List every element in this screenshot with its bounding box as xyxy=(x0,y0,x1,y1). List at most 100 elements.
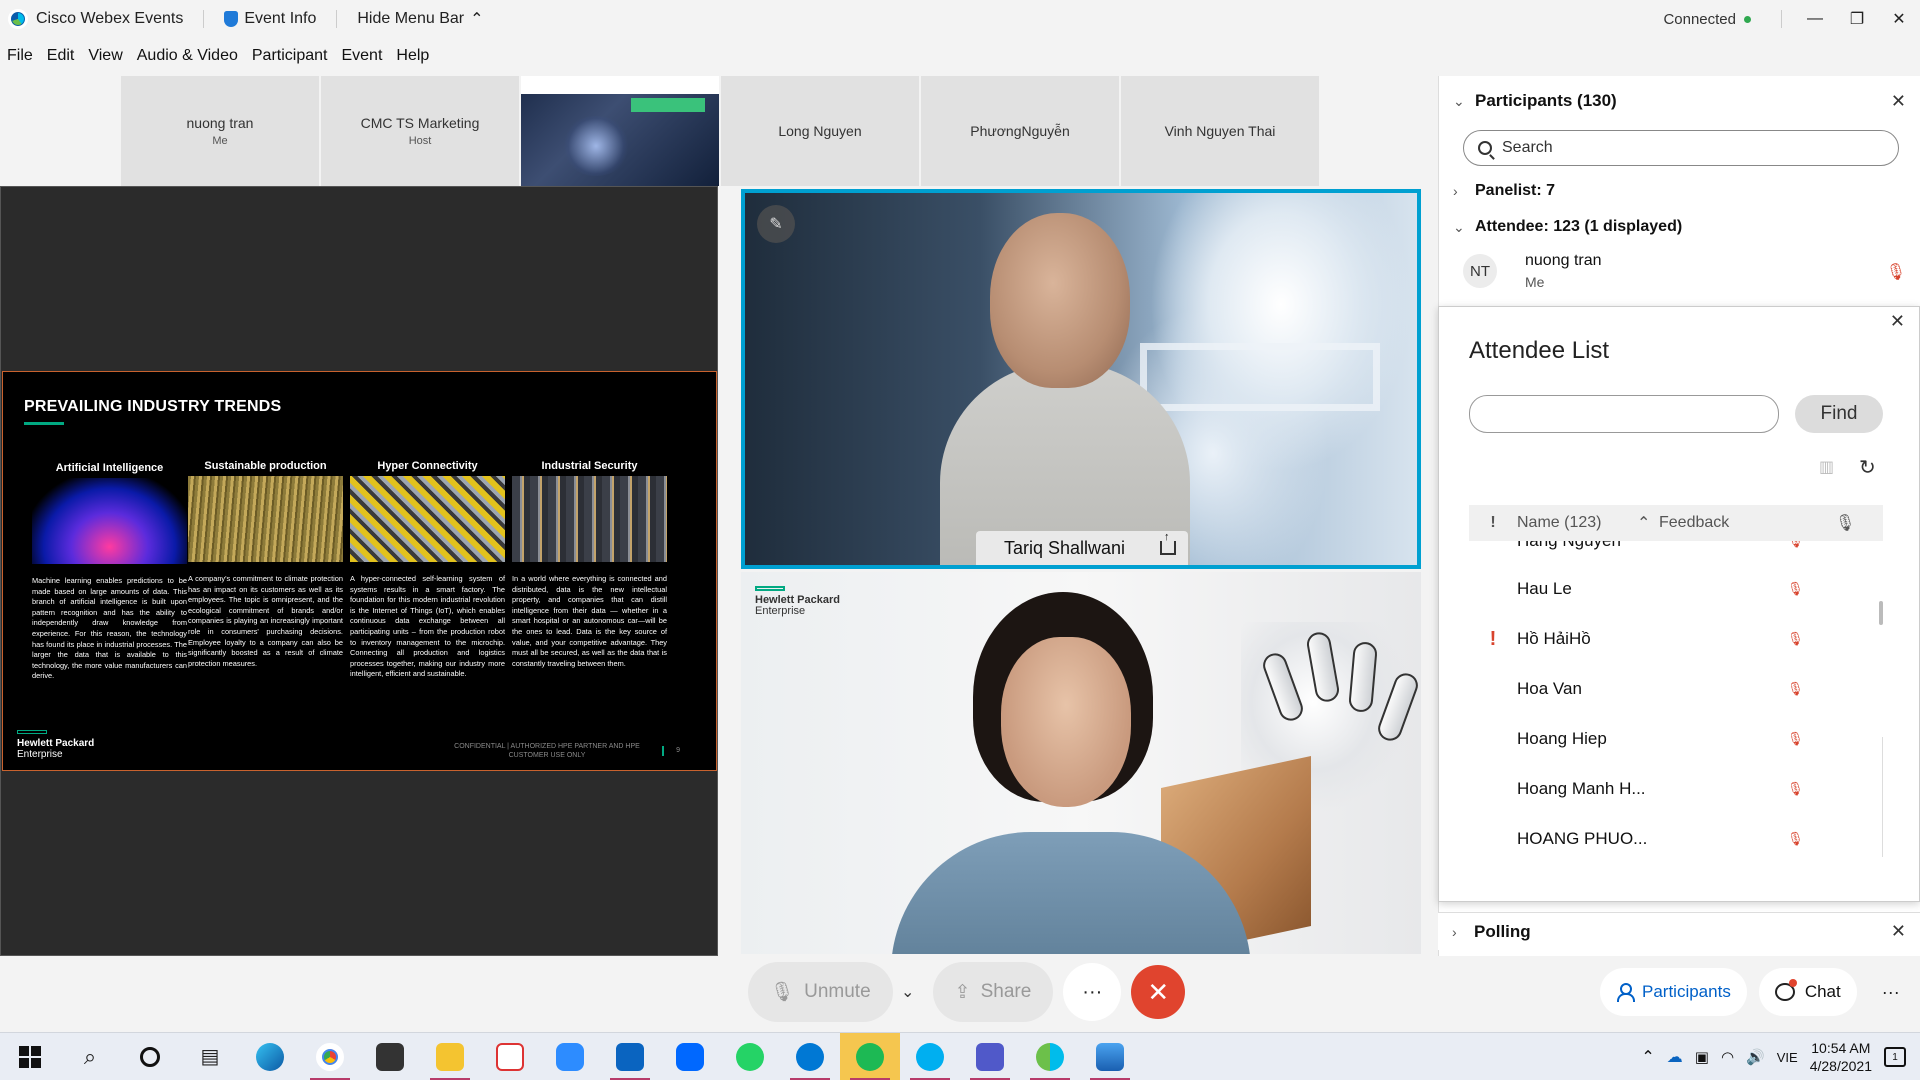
thumbnail-nuong-tran[interactable]: nuong tran Me xyxy=(121,76,319,186)
taskbar-outlook[interactable] xyxy=(600,1033,660,1080)
close-window-button[interactable]: ✕ xyxy=(1878,0,1920,38)
thumbnail-cmc-ts-marketing[interactable]: CMC TS Marketing Host xyxy=(321,76,519,186)
participant-row-me[interactable]: NT nuong tran Me xyxy=(1463,252,1602,290)
taskbar-store[interactable] xyxy=(360,1033,420,1080)
network-icon[interactable]: ▣ xyxy=(1695,1048,1709,1066)
scrollbar-thumb[interactable] xyxy=(1879,601,1883,625)
list-item[interactable]: Hang Nguyen 🎙 xyxy=(1469,541,1869,566)
taskbar-explorer[interactable] xyxy=(420,1033,480,1080)
search-taskbar-button[interactable]: ⌕ xyxy=(60,1033,120,1080)
second-video[interactable]: Hewlett Packard Enterprise xyxy=(741,572,1421,954)
list-item[interactable]: Hau Le 🎙 xyxy=(1469,564,1869,614)
name-column-header[interactable]: Name (123) xyxy=(1517,514,1637,532)
participants-header[interactable]: ⌄ Participants (130) ✕ xyxy=(1439,86,1920,116)
thumbnail-phuong-nguyen[interactable]: PhươngNguyễn xyxy=(921,76,1119,186)
cortana-button[interactable] xyxy=(120,1033,180,1080)
list-item[interactable]: HOANG PHUO... 🎙 xyxy=(1469,814,1869,857)
polling-panel-header[interactable]: › Polling ✕ xyxy=(1438,912,1920,950)
onedrive-icon[interactable]: ☁ xyxy=(1667,1047,1683,1067)
thumbnail-green-tag xyxy=(631,98,705,112)
presenter-body xyxy=(891,832,1251,954)
list-item[interactable]: Hoang Manh H... 🎙 xyxy=(1469,764,1869,814)
muted-mic-icon[interactable]: 🎙 xyxy=(1787,781,1804,797)
language-indicator[interactable]: VIE xyxy=(1777,1050,1798,1065)
active-speaker-video[interactable]: ✎ Tariq Shallwani xyxy=(741,189,1421,569)
taskbar-photos[interactable] xyxy=(1080,1033,1140,1080)
list-item[interactable]: Hoa Van 🎙 xyxy=(1469,664,1869,714)
column-image xyxy=(32,478,187,564)
muted-mic-icon[interactable]: 🎙 xyxy=(1787,541,1804,549)
muted-mic-icon[interactable]: 🎙 xyxy=(1787,631,1804,647)
sort-icon[interactable]: ▥ xyxy=(1819,457,1834,477)
audio-options-dropdown[interactable]: ⌄ xyxy=(893,962,923,1022)
menu-audio-video[interactable]: Audio & Video xyxy=(137,47,238,65)
start-button[interactable] xyxy=(0,1033,60,1080)
event-info-button[interactable]: Event Info xyxy=(224,10,316,28)
find-button[interactable]: Find xyxy=(1795,395,1883,433)
list-item[interactable]: ! Hồ HảiHồ 🎙 xyxy=(1469,614,1869,664)
clock[interactable]: 10:54 AM 4/28/2021 xyxy=(1810,1039,1872,1075)
taskbar-skype[interactable] xyxy=(900,1033,960,1080)
taskbar-zalo[interactable] xyxy=(660,1033,720,1080)
list-item[interactable]: Hoang Hiep 🎙 xyxy=(1469,714,1869,764)
windows-logo-icon xyxy=(19,1045,41,1068)
menu-event[interactable]: Event xyxy=(341,47,382,65)
chevron-right-icon: › xyxy=(1453,183,1458,199)
thumbnail-vinh-nguyen-thai[interactable]: Vinh Nguyen Thai xyxy=(1121,76,1319,186)
taskbar-skype-business[interactable] xyxy=(780,1033,840,1080)
restore-button[interactable]: ❐ xyxy=(1836,0,1878,38)
muted-mic-icon[interactable]: 🎙 xyxy=(1787,731,1804,747)
scrollbar-track[interactable] xyxy=(1882,737,1883,857)
chevron-up-icon[interactable]: ⌃ xyxy=(1641,1047,1654,1067)
muted-mic-icon[interactable]: 🎙 xyxy=(1787,581,1804,597)
taskbar-sync[interactable] xyxy=(480,1033,540,1080)
taskbar-chrome[interactable] xyxy=(300,1033,360,1080)
leave-meeting-button[interactable]: ✕ xyxy=(1131,965,1186,1019)
volume-icon[interactable]: 🔊 xyxy=(1746,1048,1765,1066)
attendee-group[interactable]: ⌄ Attendee: 123 (1 displayed) xyxy=(1453,218,1682,236)
participant-search-input[interactable]: Search xyxy=(1463,130,1899,166)
share-button[interactable]: ⇪ Share xyxy=(932,962,1054,1022)
close-polling-button[interactable]: ✕ xyxy=(1891,921,1906,942)
taskbar-whatsapp[interactable] xyxy=(720,1033,780,1080)
menu-help[interactable]: Help xyxy=(396,47,429,65)
wifi-icon[interactable]: ◠ xyxy=(1721,1048,1734,1066)
hpe-logo-bar-icon xyxy=(755,586,785,591)
muted-mic-icon[interactable]: 🎙 xyxy=(1787,681,1804,697)
chat-button[interactable]: Chat xyxy=(1758,968,1857,1016)
panelist-group[interactable]: › Panelist: 7 xyxy=(1453,182,1555,200)
close-dialog-button[interactable]: ✕ xyxy=(1890,311,1905,332)
taskbar-webex[interactable] xyxy=(1020,1033,1080,1080)
thumbnail-video-feed[interactable] xyxy=(521,76,719,186)
pin-icon[interactable]: ✎ xyxy=(757,205,795,243)
share-icon[interactable] xyxy=(1160,531,1176,555)
taskbar-spotify[interactable] xyxy=(840,1032,900,1080)
menu-participant[interactable]: Participant xyxy=(252,47,328,65)
minimize-button[interactable]: — xyxy=(1794,0,1836,38)
taskbar-teams[interactable] xyxy=(960,1033,1020,1080)
refresh-icon[interactable]: ↻ xyxy=(1859,455,1876,480)
unmute-button[interactable]: 🎙 Unmute xyxy=(748,962,893,1022)
menu-edit[interactable]: Edit xyxy=(47,47,75,65)
muted-mic-icon[interactable]: 🎙 xyxy=(1886,262,1906,282)
task-view-button[interactable]: ▤ xyxy=(180,1033,240,1080)
sort-asc-icon[interactable]: ⌃ xyxy=(1637,513,1659,533)
menu-view[interactable]: View xyxy=(88,47,122,65)
close-participants-button[interactable]: ✕ xyxy=(1891,91,1906,112)
hpe-logo: Hewlett Packard Enterprise xyxy=(755,586,840,617)
notification-icon[interactable]: 1 xyxy=(1884,1047,1906,1067)
more-options-button[interactable]: ··· xyxy=(1063,963,1122,1021)
more-panels-button[interactable]: ··· xyxy=(1869,970,1913,1014)
menu-file[interactable]: File xyxy=(7,47,33,65)
muted-mic-icon[interactable]: 🎙 xyxy=(1787,831,1804,847)
participants-toggle-button[interactable]: Participants xyxy=(1600,968,1747,1016)
attendee-find-input[interactable] xyxy=(1469,395,1779,433)
taskbar-zoom[interactable] xyxy=(540,1033,600,1080)
polling-title: Polling xyxy=(1474,921,1531,941)
slide-page-number: 9 xyxy=(676,747,680,754)
search-icon xyxy=(1478,141,1492,155)
feedback-column-header[interactable]: Feedback xyxy=(1659,514,1835,532)
taskbar-edge[interactable] xyxy=(240,1033,300,1080)
hide-menu-bar-button[interactable]: Hide Menu Bar ⌃ xyxy=(357,9,483,29)
thumbnail-long-nguyen[interactable]: Long Nguyen xyxy=(721,76,919,186)
